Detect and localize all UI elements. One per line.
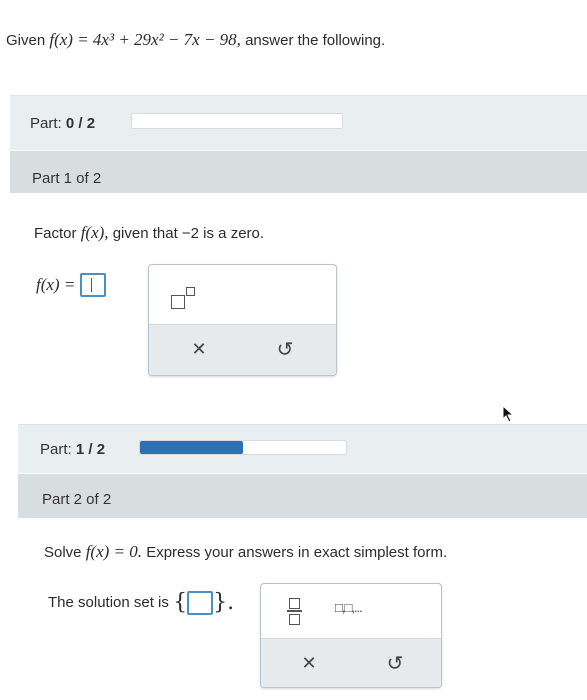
part-progress-mid: Part: 1 / 2 (18, 424, 587, 473)
fraction-denominator-icon (289, 614, 300, 625)
part2-answer-row: The solution set is {}. (48, 590, 234, 615)
clear-icon[interactable]: ✕ (297, 653, 321, 674)
fraction-tool-button[interactable] (285, 596, 305, 626)
part-label-value: 0 / 2 (65, 115, 96, 132)
solution-set-input[interactable] (187, 590, 214, 615)
part1-math-toolbox: ✕ ↺ (148, 264, 337, 376)
part1-prompt-prefix: Factor (34, 225, 77, 242)
exponent-tool-button[interactable] (169, 285, 199, 311)
set-close-brace: }. (213, 590, 235, 615)
solution-set-label: The solution set is (48, 594, 169, 611)
exponent-power-icon (186, 287, 195, 296)
part1-header: Part 1 of 2 (10, 151, 587, 193)
part2-header: Part 2 of 2 (18, 474, 587, 518)
clear-icon[interactable]: ✕ (187, 339, 211, 360)
function-expression: f(x) = 4x³ + 29x² − 7x − 98, (49, 30, 241, 49)
part1-prompt-func: f(x), (80, 223, 109, 242)
exponent-base-icon (171, 295, 185, 309)
list-tool-button[interactable]: □,□,... (335, 600, 363, 615)
undo-icon[interactable]: ↺ (273, 337, 297, 362)
progress-track (131, 113, 343, 129)
part2-prompt-suffix: Express your answers in exact simplest f… (146, 544, 448, 561)
toolbox-actions-2: ✕ ↺ (261, 638, 441, 687)
given-prefix: Given (6, 32, 46, 49)
part2-prompt: Solve f(x) = 0. Express your answers in … (44, 542, 447, 562)
part1-input-label: f(x) = (36, 275, 76, 294)
part2-prompt-equation: f(x) = 0. (85, 542, 143, 561)
undo-icon[interactable]: ↺ (383, 651, 407, 676)
set-open-brace: { (173, 590, 188, 615)
toolbox-actions: ✕ ↺ (149, 324, 336, 375)
part-progress-label: Part: 0 / 2 (30, 115, 95, 132)
part2-math-toolbox: □,□,... ✕ ↺ (260, 583, 442, 688)
part-progress-label-mid: Part: 1 / 2 (40, 441, 105, 458)
part-label-prefix: Part: (30, 115, 62, 132)
part1-prompt: Factor f(x), given that −2 is a zero. (34, 223, 264, 243)
text-cursor (90, 278, 92, 292)
part1-answer-input[interactable] (79, 273, 106, 297)
progress-track-mid (139, 440, 347, 455)
part1-answer-row: f(x) = (36, 273, 106, 297)
progress-fill-mid (140, 441, 243, 454)
mouse-pointer-icon (502, 405, 515, 423)
fraction-numerator-icon (289, 598, 300, 609)
part-label-value-mid: 1 / 2 (75, 441, 106, 458)
part2-heading: Part 2 of 2 (42, 491, 112, 508)
part1-heading: Part 1 of 2 (32, 170, 102, 187)
part2-prompt-prefix: Solve (44, 544, 82, 561)
part-label-prefix-mid: Part: (40, 441, 72, 458)
part-progress-top: Part: 0 / 2 (10, 95, 587, 150)
problem-statement: Given f(x) = 4x³ + 29x² − 7x − 98, answe… (6, 30, 385, 50)
fraction-bar-icon (287, 610, 302, 612)
given-suffix: answer the following. (245, 32, 386, 49)
part1-prompt-suffix: given that −2 is a zero. (112, 225, 265, 242)
